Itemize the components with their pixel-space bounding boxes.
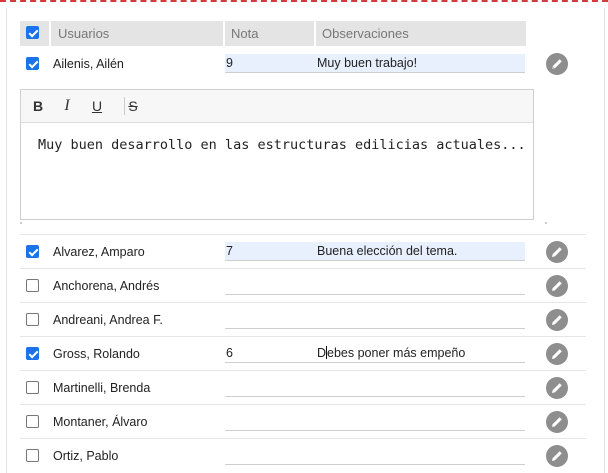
bold-button[interactable]: B — [30, 97, 46, 115]
pencil-icon — [552, 281, 562, 291]
edit-button[interactable] — [546, 309, 568, 331]
notes-input[interactable] — [316, 378, 525, 397]
row-checkbox[interactable] — [26, 313, 39, 326]
notes-text-rest: ebes poner más empeño — [327, 346, 466, 360]
edit-button[interactable] — [546, 377, 568, 399]
grade-input[interactable]: 7 — [225, 242, 316, 261]
italic-button[interactable]: I — [59, 97, 75, 115]
table-row: Andreani, Andrea F. — [20, 303, 586, 337]
header-nota[interactable]: Nota — [231, 21, 258, 46]
row-checkbox[interactable] — [26, 279, 39, 292]
table-header: Usuarios Nota Observaciones — [20, 21, 526, 46]
editor-content[interactable]: Muy buen desarrollo en las estructuras e… — [38, 137, 526, 153]
pencil-icon — [552, 315, 562, 325]
user-name: Montaner, Álvaro — [53, 415, 148, 429]
header-divider — [49, 21, 51, 46]
pencil-icon — [552, 59, 562, 69]
grade-input[interactable] — [225, 378, 316, 397]
panel-right-border — [604, 8, 605, 473]
notes-input[interactable] — [316, 310, 525, 329]
notes-text-start: D — [317, 346, 327, 360]
grade-input[interactable] — [225, 446, 316, 465]
edit-button[interactable] — [546, 445, 568, 467]
pencil-icon — [552, 247, 562, 257]
edit-button[interactable] — [546, 343, 568, 365]
table-row: Ortiz, Pablo — [20, 439, 586, 473]
row-checkbox[interactable] — [26, 381, 39, 394]
header-observaciones[interactable]: Observaciones — [322, 21, 409, 46]
row-checkbox[interactable] — [26, 415, 39, 428]
pencil-icon — [552, 451, 562, 461]
row-checkbox[interactable] — [26, 449, 39, 462]
grade-input[interactable]: 9 — [225, 54, 316, 73]
edit-button[interactable] — [546, 411, 568, 433]
panel-left-border — [6, 8, 7, 473]
header-usuarios[interactable]: Usuarios — [58, 21, 109, 46]
user-name: Andreani, Andrea F. — [53, 313, 163, 327]
edit-button[interactable] — [546, 53, 568, 75]
user-name: Gross, Rolando — [53, 347, 140, 361]
user-name: Ailenis, Ailén — [53, 57, 124, 71]
header-divider — [223, 21, 225, 46]
edit-button[interactable] — [546, 275, 568, 297]
header-divider — [314, 21, 316, 46]
pencil-icon — [552, 417, 562, 427]
row-checkbox[interactable] — [26, 347, 39, 360]
resize-mark — [20, 222, 22, 224]
grade-input[interactable] — [225, 310, 316, 329]
table-row: Gross, Rolando 6 Debes poner más empeño — [20, 337, 586, 371]
table-row: Montaner, Álvaro — [20, 405, 586, 439]
grade-input[interactable]: 6 — [225, 344, 316, 363]
grade-input[interactable] — [225, 276, 316, 295]
notes-input[interactable]: Debes poner más empeño — [316, 344, 525, 363]
notes-input[interactable] — [316, 446, 525, 465]
strikethrough-button[interactable]: S — [125, 97, 141, 115]
table-row: Alvarez, Amparo 7 Buena elección del tem… — [20, 235, 586, 269]
notes-input[interactable] — [316, 412, 525, 431]
editor-toolbar: B I U S — [21, 90, 533, 123]
user-name: Ortiz, Pablo — [53, 449, 119, 463]
user-name: Anchorena, Andrés — [53, 279, 160, 293]
notes-input[interactable]: Muy buen trabajo! — [316, 54, 525, 73]
user-name: Martinelli, Brenda — [53, 381, 151, 395]
dashed-top-border — [0, 0, 608, 2]
table-row: Martinelli, Brenda — [20, 371, 586, 405]
select-all-checkbox[interactable] — [26, 26, 39, 39]
row-checkbox[interactable] — [26, 245, 39, 258]
row-checkbox[interactable] — [26, 57, 39, 70]
notes-input[interactable] — [316, 276, 525, 295]
edit-button[interactable] — [546, 241, 568, 263]
rich-text-editor[interactable]: B I U S Muy buen desarrollo en las estru… — [20, 89, 534, 220]
grade-input[interactable] — [225, 412, 316, 431]
resize-mark — [545, 222, 547, 224]
table-row: Ailenis, Ailén 9 Muy buen trabajo! — [20, 47, 586, 81]
pencil-icon — [552, 383, 562, 393]
table-row: Anchorena, Andrés — [20, 269, 586, 303]
underline-button[interactable]: U — [89, 97, 105, 115]
notes-input[interactable]: Buena elección del tema. — [316, 242, 525, 261]
pencil-icon — [552, 349, 562, 359]
user-name: Alvarez, Amparo — [53, 245, 145, 259]
